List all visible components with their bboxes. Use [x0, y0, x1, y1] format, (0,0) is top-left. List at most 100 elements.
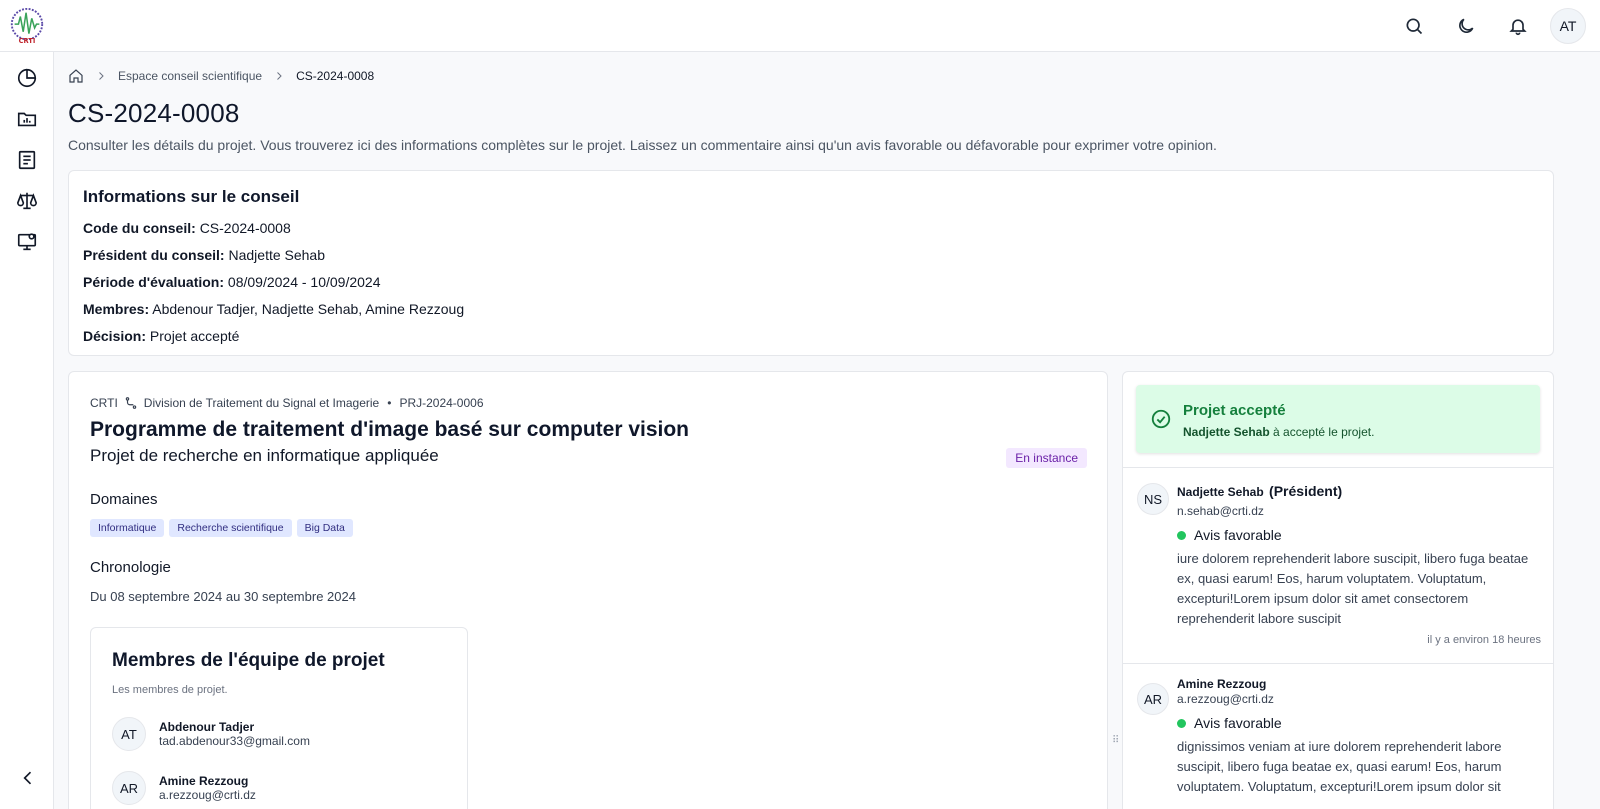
- home-icon: [69, 69, 83, 83]
- member-email: tad.abdenour33@gmail.com: [159, 734, 310, 748]
- svg-text:CRTI: CRTI: [19, 37, 36, 45]
- moon-icon: [1459, 18, 1474, 33]
- info-row-period: Période d'évaluation: 08/09/2024 - 10/09…: [83, 269, 1539, 296]
- avis-email: a.rezzoug@crti.dz: [1177, 692, 1274, 706]
- divider: [1123, 467, 1553, 468]
- page-title: CS-2024-0008: [68, 98, 240, 128]
- info-label: Membres:: [83, 301, 150, 317]
- domain-tag: Big Data: [296, 519, 353, 537]
- avis-verdict-label: Avis favorable: [1194, 527, 1282, 543]
- team-member[interactable]: AT Abdenour Tadjer tad.abdenour33@gmail.…: [112, 717, 310, 751]
- avis-author: Nadjette Sehab (Président): [1177, 483, 1342, 499]
- breadcrumb-home[interactable]: [68, 68, 84, 84]
- info-row-code: Code du conseil: CS-2024-0008: [83, 215, 1539, 242]
- team-title: Membres de l'équipe de projet: [112, 650, 385, 671]
- sidebar-item-monitor[interactable]: [15, 230, 39, 254]
- crti-logo[interactable]: CRTI: [8, 6, 46, 46]
- info-label: Code du conseil:: [83, 220, 196, 236]
- decision-alert: Projet accepté Nadjette Sehab à accepté …: [1136, 385, 1540, 453]
- chronology-dates: Du 08 septembre 2024 au 30 septembre 202…: [90, 589, 356, 604]
- project-division: Division de Traitement du Signal et Imag…: [143, 396, 380, 410]
- info-value: Projet accepté: [149, 328, 240, 344]
- avis-author-role: (Président): [1269, 483, 1343, 499]
- domain-tags: Informatique Recherche scientifique Big …: [90, 519, 353, 537]
- avatar: AT: [112, 717, 146, 751]
- avatar: AR: [112, 771, 146, 805]
- top-bar: CRTI AT: [0, 0, 1600, 52]
- page-description: Consulter les détails du projet. Vous tr…: [68, 137, 1217, 153]
- scale-icon: [17, 192, 37, 210]
- avis-comment: iure dolorem reprehenderit labore suscip…: [1177, 551, 1529, 626]
- decision-action: à accepté le projet.: [1273, 425, 1375, 439]
- team-card: Membres de l'équipe de projet Les membre…: [90, 627, 468, 809]
- sidebar-item-dashboard[interactable]: [15, 66, 39, 90]
- avis-verdict: Avis favorable: [1177, 527, 1282, 543]
- theme-toggle-button[interactable]: [1440, 8, 1492, 44]
- search-button[interactable]: [1388, 8, 1440, 44]
- domain-tag: Recherche scientifique: [169, 519, 292, 537]
- status-badge[interactable]: En instance: [1006, 448, 1087, 468]
- council-info-title: Informations sur le conseil: [83, 187, 300, 206]
- monitor-user-icon: [17, 233, 37, 251]
- sidebar-collapse-button[interactable]: [18, 768, 38, 788]
- avis-panel: Projet accepté Nadjette Sehab à accepté …: [1122, 371, 1554, 809]
- info-row-decision: Décision: Projet accepté: [83, 323, 1539, 350]
- breadcrumb-current: CS-2024-0008: [296, 69, 375, 83]
- decision-by: Nadjette Sehab: [1183, 425, 1270, 439]
- main-content: Espace conseil scientifique CS-2024-0008…: [54, 52, 1600, 809]
- sidebar-item-projects[interactable]: [15, 107, 39, 131]
- member-email: a.rezzoug@crti.dz: [159, 788, 256, 802]
- favorable-dot: [1177, 530, 1186, 540]
- chevron-right-icon: [273, 70, 285, 82]
- avis-verdict-label: Avis favorable: [1194, 715, 1282, 731]
- domain-tag: Informatique: [90, 519, 165, 537]
- list-icon: [18, 150, 36, 170]
- info-value: Nadjette Sehab: [228, 247, 326, 263]
- bell-icon: [1509, 19, 1527, 36]
- user-avatar[interactable]: AT: [1550, 8, 1586, 44]
- decision-text: Nadjette Sehab à accepté le projet.: [1183, 425, 1374, 439]
- divider: [1123, 663, 1553, 664]
- avis-item: NS Nadjette Sehab (Président) n.sehab@cr…: [1137, 483, 1541, 653]
- panel-resize-handle[interactable]: ⠿: [1112, 735, 1119, 746]
- favorable-dot: [1177, 718, 1186, 728]
- search-icon: [1406, 18, 1423, 35]
- info-label: Président du conseil:: [83, 247, 225, 263]
- info-label: Période d'évaluation:: [83, 274, 225, 290]
- info-value: Abdenour Tadjer, Nadjette Sehab, Amine R…: [152, 301, 465, 317]
- breadcrumb: Espace conseil scientifique CS-2024-0008: [68, 68, 374, 84]
- avis-email: n.sehab@crti.dz: [1177, 504, 1264, 518]
- avis-author: Amine Rezzoug: [1177, 677, 1266, 691]
- project-code: PRJ-2024-0006: [399, 396, 484, 410]
- pie-chart-icon: [17, 68, 37, 88]
- domains-title: Domaines: [90, 491, 158, 508]
- project-panel: CRTI Division de Traitement du Signal et…: [68, 371, 1108, 809]
- project-title: Programme de traitement d'image basé sur…: [90, 418, 690, 441]
- sidebar-item-list[interactable]: [15, 148, 39, 172]
- notifications-button[interactable]: [1492, 8, 1544, 44]
- team-description: Les membres de projet.: [112, 684, 228, 696]
- decision-title: Projet accepté: [1183, 402, 1286, 419]
- project-subtitle: Projet de recherche en informatique appl…: [90, 446, 439, 465]
- sidebar: [0, 52, 54, 809]
- avis-item: AR Amine Rezzoug a.rezzoug@crti.dz Avis …: [1137, 677, 1541, 809]
- top-actions: AT: [1388, 8, 1586, 44]
- info-row-members: Membres: Abdenour Tadjer, Nadjette Sehab…: [83, 296, 1539, 323]
- project-meta: CRTI Division de Traitement du Signal et…: [90, 396, 484, 410]
- member-name: Amine Rezzoug: [159, 774, 249, 788]
- check-circle-icon: [1151, 409, 1171, 429]
- breadcrumb-link[interactable]: Espace conseil scientifique: [118, 69, 262, 83]
- chevron-right-icon: [95, 70, 107, 82]
- avis-author-name: Nadjette Sehab: [1177, 485, 1264, 499]
- avis-comment: dignissimos veniam at iure dolorem repre…: [1177, 739, 1502, 794]
- team-member[interactable]: AR Amine Rezzoug a.rezzoug@crti.dz: [112, 771, 256, 805]
- info-value: CS-2024-0008: [199, 220, 291, 236]
- avis-timestamp: il y a environ 18 heures: [1427, 634, 1541, 646]
- info-label: Décision:: [83, 328, 147, 344]
- sidebar-item-council[interactable]: [15, 189, 39, 213]
- avis-author-name: Amine Rezzoug: [1177, 677, 1267, 691]
- project-org: CRTI: [90, 396, 118, 410]
- info-value: 08/09/2024 - 10/09/2024: [227, 274, 381, 290]
- folder-chart-icon: [17, 112, 37, 127]
- avatar: AR: [1137, 683, 1169, 715]
